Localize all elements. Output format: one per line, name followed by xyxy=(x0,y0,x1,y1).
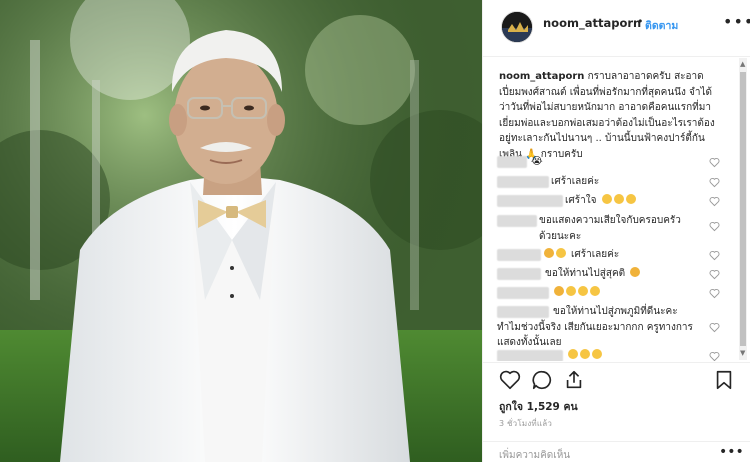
post-actions: ถูกใจ 1,529 คน 3 ชั่วโมงที่แล้ว เพิ่มควา… xyxy=(483,362,750,463)
heart-icon[interactable] xyxy=(709,221,720,232)
comment-text: เศร้าเลยค่ะ xyxy=(551,176,600,187)
more-options-icon[interactable]: ••• xyxy=(719,444,744,460)
heart-icon[interactable] xyxy=(499,369,521,391)
heart-icon[interactable] xyxy=(709,269,720,280)
portrait-image xyxy=(0,0,482,462)
comment-text: เศร้าเลยค่ะ xyxy=(571,249,620,260)
caption-text: กราบลาอาอาดครับ สะอาดเปี่ยมพงศ์สาณต์ เพื… xyxy=(499,71,715,160)
comment-row xyxy=(483,285,750,301)
avatar[interactable] xyxy=(501,11,533,43)
heart-icon[interactable] xyxy=(709,157,720,168)
comment-text: ขอแสดงความเสียใจกับครอบครัวด้วยนะคะ xyxy=(539,215,681,242)
commenter-name-blurred[interactable] xyxy=(497,249,541,261)
comment-text: ขอให้ท่านไปสู่ภพภูมิที่ดีนะคะ ทำไมช่วงนี… xyxy=(497,306,693,348)
likes-count[interactable]: ถูกใจ 1,529 คน xyxy=(499,398,578,415)
commenter-name-blurred[interactable] xyxy=(497,176,549,188)
post-header: noom_attaporn • ติดตาม ••• xyxy=(483,0,750,57)
commenter-name-blurred[interactable] xyxy=(497,195,563,207)
add-comment-input[interactable]: เพิ่มความคิดเห็น xyxy=(499,448,570,463)
bookmark-icon[interactable] xyxy=(713,369,735,391)
caption-username[interactable]: noom_attaporn xyxy=(499,71,584,82)
username-link[interactable]: noom_attaporn xyxy=(543,16,641,30)
comment-text: 😭 xyxy=(531,156,543,167)
commenter-name-blurred[interactable] xyxy=(497,287,549,299)
comment-emoji xyxy=(601,193,637,209)
heart-icon[interactable] xyxy=(709,250,720,261)
scrollbar-thumb[interactable] xyxy=(740,72,746,346)
comment-row: 😭 xyxy=(483,154,750,170)
commenter-name-blurred[interactable] xyxy=(497,350,563,361)
comment-emoji xyxy=(543,247,567,263)
heart-icon[interactable] xyxy=(709,177,720,188)
comment-icon[interactable] xyxy=(531,369,553,391)
add-comment-bar: เพิ่มความคิดเห็น ••• xyxy=(483,441,750,464)
comment-row: เศร้าใจ xyxy=(483,193,750,209)
post-detail-panel: noom_attaporn • ติดตาม ••• noom_attaporn… xyxy=(482,0,750,462)
comment-row xyxy=(483,348,750,361)
more-options-icon[interactable]: ••• xyxy=(723,12,750,31)
commenter-name-blurred[interactable] xyxy=(497,268,541,280)
post-photo[interactable] xyxy=(0,0,482,462)
post-caption: noom_attaporn กราบลาอาอาดครับ สะอาดเปี่ย… xyxy=(499,69,715,163)
comment-text: ขอให้ท่านไปสู่สุคติ xyxy=(545,268,626,279)
heart-icon[interactable] xyxy=(709,196,720,207)
comment-row: ขอให้ท่านไปสู่สุคติ xyxy=(483,266,750,282)
comment-row: เศร้าเลยค่ะ xyxy=(483,174,750,190)
follow-button[interactable]: ติดตาม xyxy=(645,17,678,34)
scroll-up-arrow-icon[interactable]: ▲ xyxy=(740,60,745,68)
comment-emoji xyxy=(553,285,601,301)
separator-dot: • xyxy=(637,15,644,28)
comment-row: ขอแสดงความเสียใจกับครอบครัวด้วยนะคะ xyxy=(483,213,750,245)
post-timestamp[interactable]: 3 ชั่วโมงที่แล้ว xyxy=(499,417,552,430)
commenter-name-blurred[interactable] xyxy=(497,215,537,227)
heart-icon[interactable] xyxy=(709,351,720,361)
heart-icon[interactable] xyxy=(709,288,720,299)
comment-text: เศร้าใจ xyxy=(565,195,597,206)
comment-row: เศร้าเลยค่ะ xyxy=(483,247,750,263)
scroll-down-arrow-icon[interactable]: ▼ xyxy=(740,349,745,357)
heart-icon[interactable] xyxy=(709,322,720,333)
comment-emoji xyxy=(567,348,603,361)
comment-emoji xyxy=(629,266,641,282)
comment-row: ขอให้ท่านไปสู่ภพภูมิที่ดีนะคะ ทำไมช่วงนี… xyxy=(483,304,750,352)
commenter-name-blurred[interactable] xyxy=(497,156,527,168)
share-icon[interactable] xyxy=(563,369,585,391)
comments-list: noom_attaporn กราบลาอาอาดครับ สะอาดเปี่ย… xyxy=(483,57,750,361)
